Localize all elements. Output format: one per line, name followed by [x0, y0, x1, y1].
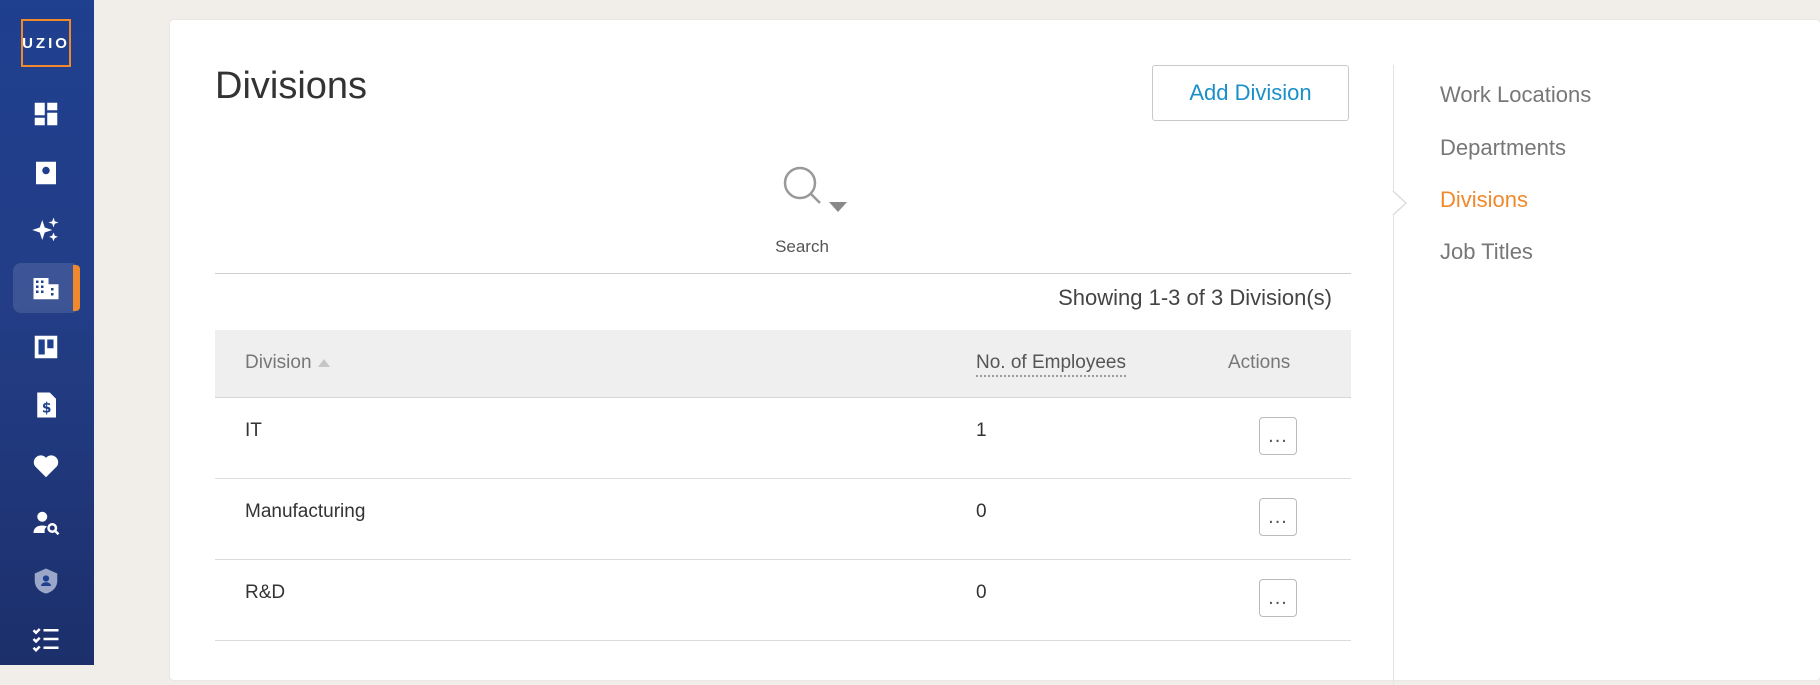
document-dollar-icon: $	[37, 392, 56, 418]
division-name[interactable]: Manufacturing	[245, 501, 365, 523]
board-icon	[34, 335, 58, 359]
svg-text:$: $	[42, 401, 52, 417]
nav-dashboard[interactable]	[13, 89, 79, 139]
column-header-actions: Actions	[1228, 352, 1291, 373]
search-icon	[783, 166, 821, 204]
uzio-logo[interactable]: UZIO	[21, 19, 71, 67]
nav-compliance[interactable]	[13, 556, 79, 606]
chevron-down-icon[interactable]	[828, 201, 848, 213]
row-actions-button[interactable]: ...	[1259, 417, 1297, 455]
column-header-division[interactable]: Division	[245, 352, 330, 374]
active-chevron-icon	[1392, 190, 1408, 216]
contact-card-icon	[36, 161, 56, 185]
nav-sparkles[interactable]	[13, 205, 79, 255]
row-actions-button[interactable]: ...	[1259, 498, 1297, 536]
row-actions-button[interactable]: ...	[1259, 579, 1297, 617]
divisions-table: Division No. of Employees Actions IT 1 .…	[215, 330, 1351, 641]
nav-people[interactable]	[13, 148, 79, 198]
page-title: Divisions	[215, 65, 368, 107]
nav-benefits[interactable]	[13, 441, 79, 491]
table-row: IT 1 ...	[215, 398, 1351, 479]
division-name[interactable]: R&D	[245, 582, 285, 604]
main-card: Divisions Add Division Search Showing 1-…	[170, 20, 1820, 680]
checklist-icon	[32, 628, 59, 653]
search-toggle[interactable]: Search	[752, 165, 852, 265]
table-row: Manufacturing 0 ...	[215, 479, 1351, 560]
add-division-button[interactable]: Add Division	[1152, 65, 1349, 121]
employee-count: 0	[976, 582, 987, 603]
employee-count: 1	[976, 420, 987, 441]
subnav-job-titles[interactable]: Job Titles	[1440, 239, 1533, 265]
user-search-icon	[33, 511, 60, 536]
dashboard-icon	[34, 102, 58, 126]
right-panel-divider	[1393, 65, 1394, 685]
subnav-work-locations[interactable]: Work Locations	[1440, 82, 1591, 108]
nav-tasks[interactable]	[13, 614, 79, 664]
subnav-departments[interactable]: Departments	[1440, 135, 1566, 161]
table-header: Division No. of Employees Actions	[215, 330, 1351, 398]
shield-user-icon	[34, 568, 58, 594]
table-row: R&D 0 ...	[215, 560, 1351, 641]
nav-organization[interactable]	[13, 263, 80, 313]
building-icon	[33, 278, 59, 300]
nav-board[interactable]	[13, 322, 79, 372]
sidebar: UZIO $	[0, 0, 94, 665]
nav-recruiting[interactable]	[13, 498, 79, 548]
heart-icon	[33, 455, 59, 478]
subnav-divisions[interactable]: Divisions	[1440, 187, 1528, 213]
divider	[215, 273, 1351, 274]
column-header-division-label: Division	[245, 352, 312, 373]
division-name[interactable]: IT	[245, 420, 262, 442]
results-count: Showing 1-3 of 3 Division(s)	[1058, 285, 1332, 310]
column-header-employees[interactable]: No. of Employees	[976, 352, 1126, 377]
search-label: Search	[775, 237, 829, 256]
nav-payroll[interactable]: $	[13, 380, 79, 430]
sparkles-icon	[32, 217, 59, 242]
employee-count: 0	[976, 501, 987, 522]
sort-asc-icon	[317, 358, 330, 367]
